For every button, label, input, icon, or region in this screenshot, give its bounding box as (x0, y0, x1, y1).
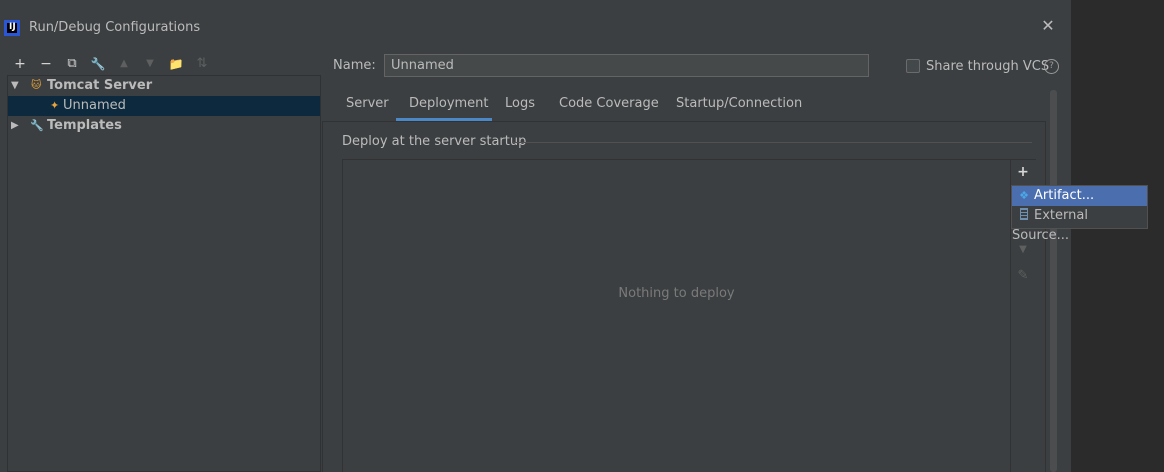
share-vcs-label[interactable]: Share through VCS (926, 59, 1049, 74)
folder-icon[interactable]: 📁 (167, 55, 185, 73)
chevron-down-icon[interactable]: ▼ (11, 76, 23, 96)
sort-icon[interactable]: ⇅ (193, 55, 211, 73)
chevron-right-icon[interactable]: ▶ (11, 116, 23, 136)
tab-server[interactable]: Server (346, 96, 389, 122)
remove-icon[interactable]: − (37, 55, 55, 73)
scrollbar[interactable] (1050, 90, 1057, 472)
tomcat-run-icon: ✦ (50, 99, 60, 112)
move-up-icon[interactable]: ▲ (115, 55, 133, 73)
tree-item-tomcat-server[interactable]: ▼ 🐱 Tomcat Server (8, 76, 320, 96)
external-source-icon (1020, 208, 1028, 220)
move-down-icon[interactable]: ▼ (141, 55, 159, 73)
section-divider (512, 142, 1032, 143)
menu-item-external-source[interactable]: External Source... (1012, 206, 1147, 243)
tomcat-icon: 🐱 (31, 80, 42, 91)
tab-logs[interactable]: Logs (505, 96, 535, 122)
name-field[interactable]: Unnamed (384, 54, 869, 77)
tree-item-templates[interactable]: ▶ 🔧 Templates (8, 116, 320, 136)
run-debug-dialog: IJ Run/Debug Configurations ✕ + − ⧉ 🔧 ▲ … (0, 0, 1071, 472)
close-icon[interactable]: ✕ (1040, 18, 1056, 34)
edit-icon[interactable]: ✎ (1015, 268, 1031, 284)
tab-startup-connection[interactable]: Startup/Connection (676, 96, 802, 122)
tree-item-label: Unnamed (63, 98, 126, 113)
background-outside-dialog (1071, 0, 1164, 472)
deploy-list[interactable] (343, 160, 1010, 472)
tree-item-unnamed[interactable]: ✦ Unnamed (8, 96, 320, 116)
tree-item-label: Tomcat Server (47, 78, 153, 93)
copy-icon[interactable]: ⧉ (63, 55, 81, 73)
add-deployment-icon[interactable]: + (1015, 164, 1031, 180)
menu-item-artifact[interactable]: ❖ Artifact... (1012, 186, 1147, 206)
section-title: Deploy at the server startup (342, 134, 527, 149)
wrench-icon: 🔧 (30, 119, 44, 132)
window-title: Run/Debug Configurations (29, 20, 201, 35)
help-icon[interactable]: ? (1044, 59, 1059, 74)
artifact-icon: ❖ (1019, 189, 1029, 202)
tab-code-coverage[interactable]: Code Coverage (559, 96, 659, 122)
empty-state-text: Nothing to deploy (618, 286, 735, 301)
wrench-icon[interactable]: 🔧 (89, 55, 107, 73)
menu-item-label: Artifact... (1034, 188, 1095, 203)
name-label: Name: (333, 58, 376, 73)
title-bar (0, 0, 1071, 15)
share-vcs-checkbox[interactable] (906, 59, 920, 73)
add-icon[interactable]: + (11, 55, 29, 73)
tree-item-label: Templates (47, 118, 122, 133)
intellij-app-icon: IJ (4, 20, 20, 36)
